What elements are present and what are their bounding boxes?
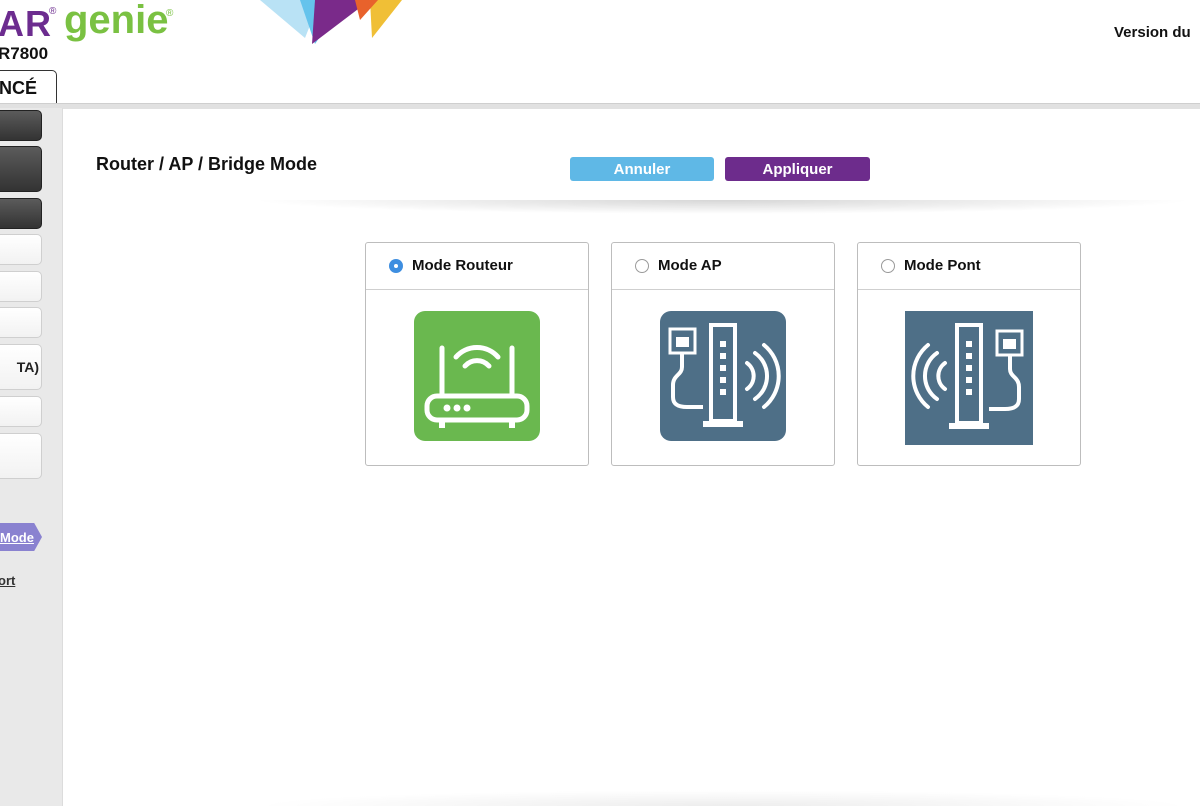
mode-label: Mode AP [658, 257, 722, 274]
banner-graphic [260, 0, 402, 44]
card-header: Mode Pont [858, 243, 1080, 290]
radio-mode-bridge[interactable] [881, 259, 895, 273]
radio-mode-router[interactable] [389, 259, 403, 273]
card-header: Mode Routeur [366, 243, 588, 290]
sidebar-item[interactable] [0, 110, 42, 141]
router-icon [414, 311, 540, 441]
sidebar-item[interactable] [0, 433, 42, 479]
sidebar-link-support[interactable]: ort [0, 573, 15, 588]
mode-card-router[interactable]: Mode Routeur [365, 242, 589, 466]
sidebar-item[interactable] [0, 271, 42, 302]
sidebar-item[interactable] [0, 234, 42, 265]
card-header: Mode AP [612, 243, 834, 290]
header-divider [0, 103, 1200, 109]
page-title: Router / AP / Bridge Mode [96, 154, 318, 174]
header: AR ® genie ® R7800 Version du NCÉ [0, 0, 1200, 109]
mode-card-bridge[interactable]: Mode Pont [857, 242, 1081, 466]
tab-advanced[interactable]: NCÉ [0, 70, 57, 104]
sidebar-item-label: TA) [16, 359, 39, 375]
brand-logo: AR [0, 3, 52, 44]
radio-mode-ap[interactable] [635, 259, 649, 273]
registered-mark: ® [166, 8, 174, 19]
sidebar-item[interactable] [0, 396, 42, 427]
section-divider [250, 200, 1195, 214]
mode-label: Mode Routeur [412, 257, 513, 274]
firmware-version-label: Version du [1114, 24, 1191, 41]
page-footer-shadow [250, 790, 1195, 806]
sidebar-item-router-mode[interactable]: Mode [0, 523, 42, 551]
sidebar: TA) [0, 108, 63, 806]
genie-logo: genie [64, 0, 169, 42]
apply-button[interactable]: Appliquer [725, 157, 870, 181]
bridge-icon [905, 311, 1033, 445]
registered-mark: ® [49, 6, 57, 17]
sidebar-item[interactable] [0, 146, 42, 192]
sidebar-item[interactable]: TA) [0, 344, 42, 390]
sidebar-item[interactable] [0, 307, 42, 338]
access-point-icon [660, 311, 786, 441]
sidebar-item[interactable] [0, 198, 42, 229]
model-name: R7800 [0, 44, 49, 63]
mode-card-ap[interactable]: Mode AP [611, 242, 835, 466]
cancel-button[interactable]: Annuler [570, 157, 714, 181]
mode-label: Mode Pont [904, 257, 981, 274]
